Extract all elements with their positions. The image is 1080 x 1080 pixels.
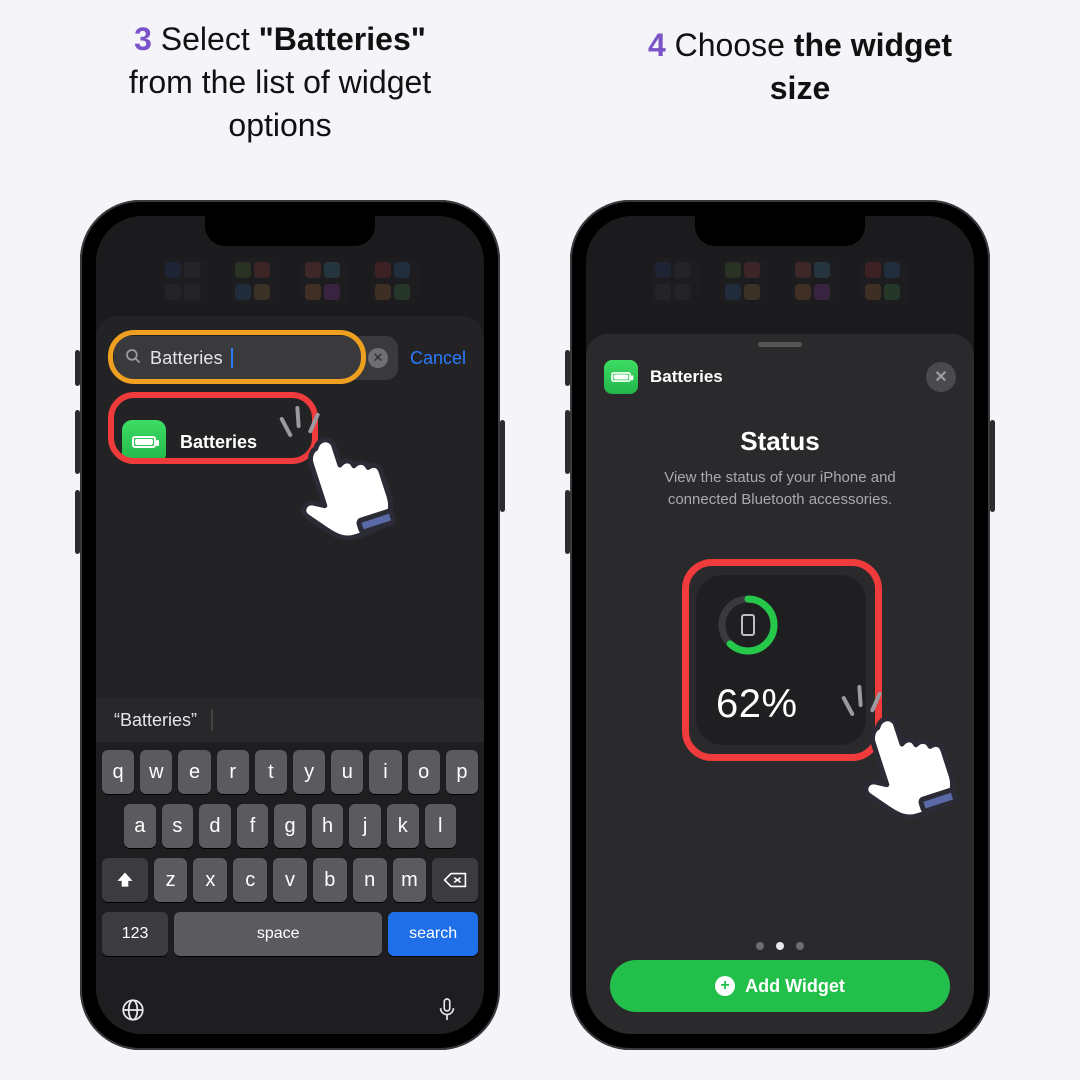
search-result-batteries[interactable]: Batteries [114,410,466,474]
key-k[interactable]: k [387,804,419,848]
phone-screen: Batteries ✕ Cancel Batteries [96,216,484,1034]
battery-percent: 62% [716,682,798,727]
quicktype-bar[interactable]: “Batteries” [96,698,484,742]
key-z[interactable]: z [154,858,188,902]
key-d[interactable]: d [199,804,231,848]
search-text: Batteries [150,348,223,369]
phone-step-4: Batteries ✕ Status View the status of yo… [570,200,990,1050]
widget-search-sheet: Batteries ✕ Cancel Batteries [96,316,484,1034]
key-x[interactable]: x [193,858,227,902]
step-3-caption: 3 Select "Batteries" from the list of wi… [60,18,500,148]
key-w[interactable]: w [140,750,172,794]
key-s[interactable]: s [162,804,194,848]
close-button[interactable]: ✕ [926,362,956,392]
key-o[interactable]: o [408,750,440,794]
page-dot[interactable] [776,942,784,950]
shift-key[interactable] [102,858,148,902]
dictation-key[interactable] [432,995,462,1025]
phone-screen: Batteries ✕ Status View the status of yo… [586,216,974,1034]
key-t[interactable]: t [255,750,287,794]
battery-icon [604,360,638,394]
result-label: Batteries [180,432,257,453]
quicktype-suggestion[interactable]: “Batteries” [114,710,197,731]
key-b[interactable]: b [313,858,347,902]
clear-search-button[interactable]: ✕ [368,348,388,368]
backspace-key[interactable] [432,858,478,902]
step-number: 3 [134,21,152,57]
plus-icon: + [715,976,735,996]
key-g[interactable]: g [274,804,306,848]
page-dot[interactable] [756,942,764,950]
key-y[interactable]: y [293,750,325,794]
add-widget-button[interactable]: + Add Widget [610,960,950,1012]
page-dots[interactable] [586,942,974,950]
key-a[interactable]: a [124,804,156,848]
device-icon [741,614,755,636]
numbers-key[interactable]: 123 [102,912,168,956]
widget-title: Status [586,426,974,457]
key-e[interactable]: e [178,750,210,794]
key-p[interactable]: p [446,750,478,794]
globe-key[interactable] [118,995,148,1025]
key-l[interactable]: l [425,804,457,848]
step-4-caption: 4 Choose the widget size [570,24,1030,110]
home-screen-icons [96,258,484,318]
widget-gallery-sheet: Batteries ✕ Status View the status of yo… [586,334,974,1034]
keyboard: qwertyuiop asdfghjkl zxcvbnm 123 space s… [96,742,484,1034]
key-j[interactable]: j [349,804,381,848]
key-f[interactable]: f [237,804,269,848]
search-key[interactable]: search [388,912,478,956]
home-screen-icons [586,258,974,318]
step-number: 4 [648,27,666,63]
key-i[interactable]: i [369,750,401,794]
space-key[interactable]: space [174,912,382,956]
key-h[interactable]: h [312,804,344,848]
key-r[interactable]: r [217,750,249,794]
text-caret [231,348,233,368]
search-icon [124,347,142,370]
battery-icon [122,420,166,464]
cancel-button[interactable]: Cancel [410,348,466,369]
phone-notch [205,216,375,246]
key-c[interactable]: c [233,858,267,902]
sheet-grabber[interactable] [758,342,802,347]
widget-size-small[interactable]: 62% [696,575,866,745]
add-widget-label: Add Widget [745,976,845,997]
phone-step-3: Batteries ✕ Cancel Batteries [80,200,500,1050]
widget-description: View the status of your iPhone and conne… [620,467,940,511]
key-m[interactable]: m [393,858,427,902]
sheet-title: Batteries [650,367,723,387]
key-u[interactable]: u [331,750,363,794]
key-v[interactable]: v [273,858,307,902]
battery-ring [716,593,780,657]
key-n[interactable]: n [353,858,387,902]
phone-notch [695,216,865,246]
search-input[interactable]: Batteries ✕ [114,336,398,380]
key-q[interactable]: q [102,750,134,794]
page-dot[interactable] [796,942,804,950]
